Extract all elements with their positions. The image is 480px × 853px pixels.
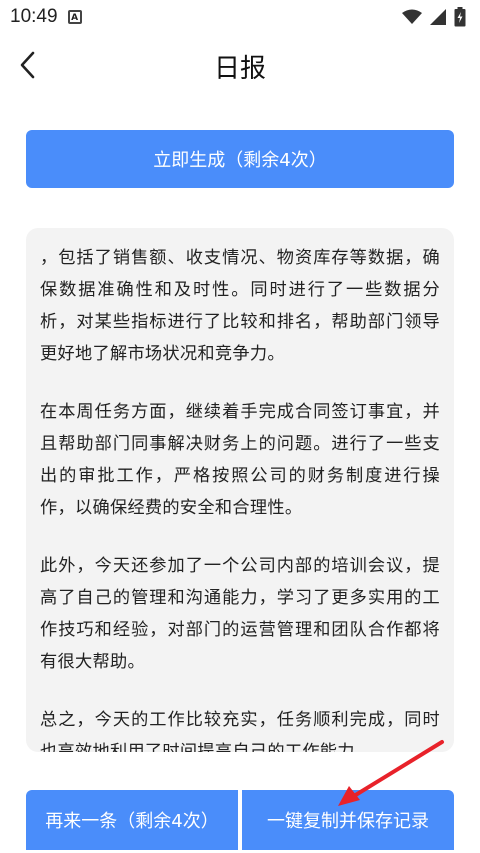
generate-now-button[interactable]: 立即生成（剩余4次） [26, 130, 454, 188]
status-left: 10:49 A [10, 6, 82, 28]
wifi-icon [402, 9, 422, 24]
status-right [402, 7, 466, 27]
status-time: 10:49 [10, 6, 58, 27]
report-paragraph: 总之，今天的工作比较充实，任务顺利完成，同时也高效地利用了时间提高自己的工作能力… [40, 710, 440, 752]
report-content-card: ，包括了销售额、收支情况、物资库存等数据，确保数据准确性和及时性。同时进行了一些… [26, 228, 454, 752]
app-header: 日报 [0, 34, 480, 96]
battery-icon [454, 7, 466, 27]
copy-and-save-button[interactable]: 一键复制并保存记录 [242, 790, 454, 850]
report-paragraph: 在本周任务方面，继续着手完成合同签订事宜，并且帮助部门同事解决财务上的问题。进行… [40, 402, 440, 518]
bottom-action-bar: 再来一条（剩余4次） 一键复制并保存记录 [26, 790, 454, 850]
page-title: 日报 [213, 54, 266, 84]
status-bar: 10:49 A [0, 0, 480, 34]
notification-icon: A [67, 10, 82, 24]
report-paragraph: ，包括了销售额、收支情况、物资库存等数据，确保数据准确性和及时性。同时进行了一些… [40, 248, 440, 364]
signal-icon [430, 9, 446, 25]
report-paragraph: 此外，今天还参加了一个公司内部的培训会议，提高了自己的管理和沟通能力，学习了更多… [40, 556, 440, 672]
generate-another-button[interactable]: 再来一条（剩余4次） [26, 790, 238, 850]
